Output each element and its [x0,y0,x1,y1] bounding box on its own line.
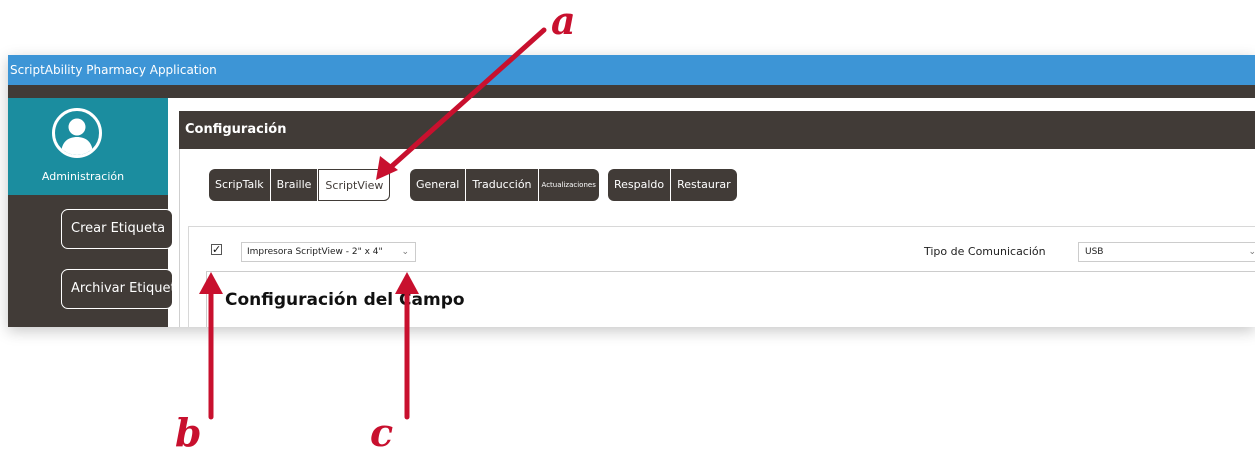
create-label-button[interactable]: Crear Etiqueta [61,209,173,249]
window-title: ScriptAbility Pharmacy Application [8,55,1255,85]
chevron-down-icon: ⌄ [401,247,409,257]
tab-backup[interactable]: Respaldo [608,169,672,201]
printer-select-value: Impresora ScriptView - 2" x 4" [247,247,383,257]
admin-label: Administración [41,170,125,183]
tab-group-settings: General Traducción Actualizaciones [410,169,599,201]
communication-type-label: Tipo de Comunicación [924,245,1046,258]
printer-select[interactable]: Impresora ScriptView - 2" x 4" ⌄ [241,242,416,262]
printer-enable-checkbox[interactable]: ✓ [211,244,222,255]
main-area: Configuración ScripTalk Braille ScriptVi… [176,98,1255,327]
config-content: ScripTalk Braille ScriptView General Tra… [179,149,1255,327]
tab-group-printers: ScripTalk Braille ScriptView [209,169,391,201]
callout-a: a [551,0,576,43]
field-config-title: Configuración del Campo [225,290,465,310]
tab-scriptview[interactable]: ScriptView [318,169,391,201]
field-config-panel: Configuración del Campo [206,271,1255,327]
callout-c: c [370,410,394,455]
communication-type-select[interactable]: USB ⌄ [1078,242,1255,262]
tab-group-backup: Respaldo Restaurar [608,169,737,201]
tab-braille[interactable]: Braille [271,169,319,201]
tab-updates[interactable]: Actualizaciones [539,169,599,201]
tab-translation[interactable]: Traducción [466,169,539,201]
menu-bar [8,85,1255,98]
app-window: ScriptAbility Pharmacy Application Admin… [8,55,1255,327]
user-avatar-icon [52,108,102,158]
printer-settings-panel: ✓ Impresora ScriptView - 2" x 4" ⌄ Tipo … [188,226,1255,327]
tab-scriptalk[interactable]: ScripTalk [209,169,271,201]
chevron-down-icon: ⌄ [1248,247,1255,257]
tab-restore[interactable]: Restaurar [671,169,736,201]
archive-label-button[interactable]: Archivar Etiqueta [61,269,173,309]
page-title: Configuración [179,111,1255,149]
tab-general[interactable]: General [410,169,467,201]
callout-b: b [175,410,202,455]
communication-type-value: USB [1085,247,1104,257]
sidebar: Administración Crear Etiqueta Archivar E… [8,98,176,327]
admin-panel[interactable]: Administración [8,98,168,195]
